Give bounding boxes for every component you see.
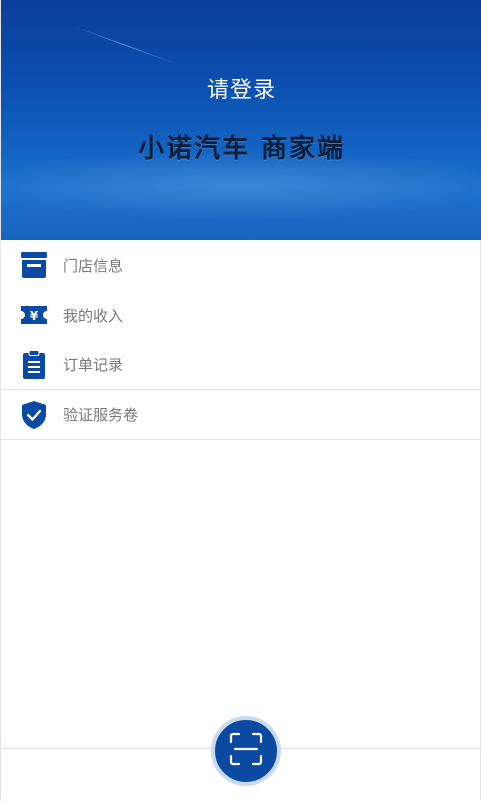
app-page: 请登录 小诺汽车 商家端 门店信息 ¥ 我的收入 订单记录 验证服务卷: [0, 0, 481, 801]
menu-item-label: 订单记录: [63, 356, 124, 374]
yuan-ticket-icon: ¥: [19, 300, 49, 330]
header-light-streak: [74, 26, 178, 65]
scan-icon: [228, 731, 264, 771]
menu-item-label: 我的收入: [63, 306, 124, 325]
header-horizon: [1, 200, 481, 240]
login-header[interactable]: 请登录 小诺汽车 商家端: [1, 0, 481, 240]
clipboard-icon: [19, 349, 49, 380]
login-prompt[interactable]: 请登录: [1, 72, 481, 104]
brand-title: 小诺汽车 商家端: [137, 134, 346, 164]
menu-list: 门店信息 ¥ 我的收入 订单记录 验证服务卷: [1, 240, 480, 440]
menu-item-verify-service[interactable]: 验证服务卷: [1, 390, 480, 440]
scan-button[interactable]: [211, 716, 281, 786]
menu-item-label: 验证服务卷: [63, 406, 139, 424]
menu-item-order-records[interactable]: 订单记录: [1, 340, 480, 390]
store-icon: [19, 250, 49, 280]
menu-item-my-income[interactable]: ¥ 我的收入: [1, 290, 480, 340]
svg-text:¥: ¥: [30, 309, 39, 323]
shield-check-icon: [19, 400, 49, 430]
menu-item-store-info[interactable]: 门店信息: [1, 240, 480, 290]
menu-item-label: 门店信息: [63, 256, 124, 275]
